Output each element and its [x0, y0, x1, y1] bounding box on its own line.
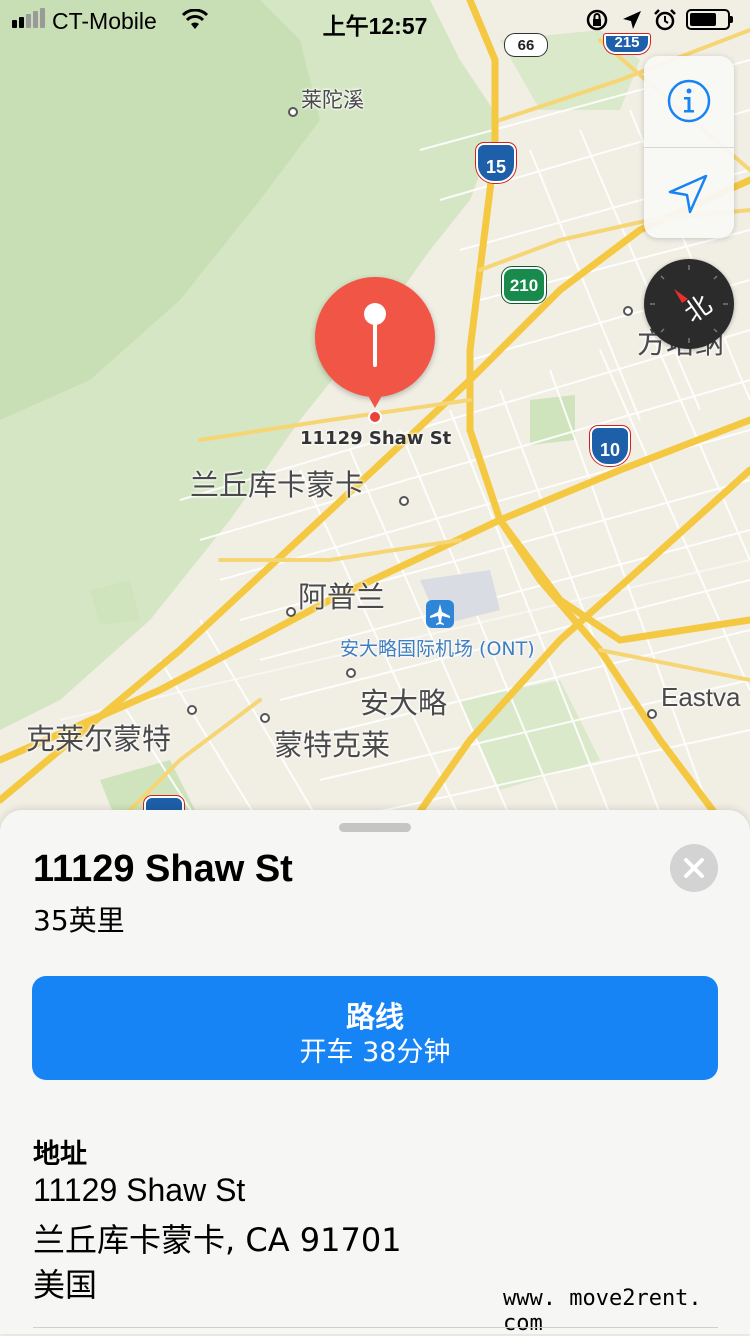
address-line-city[interactable]: 兰丘库卡蒙卡, CA 91701	[33, 1215, 402, 1261]
map-label-rancho-cucamonga[interactable]: 兰丘库卡蒙卡	[190, 462, 364, 504]
place-title: 11129 Shaw St	[33, 848, 293, 890]
place-distance: 35英里	[33, 904, 125, 937]
status-bar: CT-Mobile 上午12:57	[0, 0, 750, 40]
alarm-icon	[654, 9, 676, 31]
map-label-claremont[interactable]: 克莱尔蒙特	[26, 716, 171, 758]
map-label-airport[interactable]: 安大略国际机场 (ONT)	[340, 634, 535, 661]
city-dot	[286, 607, 296, 617]
address-heading: 地址	[33, 1139, 87, 1170]
sheet-grabber[interactable]	[339, 823, 411, 832]
city-dot	[399, 496, 409, 506]
address-line-street[interactable]: 11129 Shaw St	[33, 1172, 245, 1209]
location-arrow-icon	[623, 11, 641, 29]
watermark-text: www. move2rent. com	[503, 1286, 702, 1336]
city-dot	[346, 668, 356, 678]
dropped-pin[interactable]	[315, 277, 435, 397]
close-icon	[684, 858, 704, 878]
divider	[33, 1327, 718, 1328]
map-view[interactable]: 15 10 210 66 215 莱陀溪 兰丘库卡蒙卡 阿普兰 安大略国际机场 …	[0, 0, 750, 840]
map-label-ontario[interactable]: 安大略	[360, 680, 447, 722]
directions-button[interactable]: 路线 开车 38分钟	[32, 976, 718, 1080]
pin-tail	[366, 392, 384, 424]
airport-icon[interactable]	[426, 600, 454, 628]
city-dot	[623, 306, 633, 316]
info-button[interactable]	[644, 56, 734, 147]
locate-me-button[interactable]	[644, 148, 734, 238]
map-label-upland[interactable]: 阿普兰	[298, 574, 385, 616]
map-label-eastvale[interactable]: Eastva	[661, 682, 741, 713]
map-label-laituoxi[interactable]: 莱陀溪	[301, 84, 364, 114]
city-dot	[647, 709, 657, 719]
sr-210-shield: 210	[502, 267, 546, 303]
city-dot	[187, 705, 197, 715]
close-button[interactable]	[670, 844, 718, 892]
city-dot	[288, 107, 298, 117]
city-dot	[260, 713, 270, 723]
directions-eta: 开车 38分钟	[299, 1037, 451, 1068]
interstate-10-shield: 10	[590, 426, 630, 466]
interstate-15-shield: 15	[476, 143, 516, 183]
map-controls	[644, 56, 734, 238]
map-label-montclair[interactable]: 蒙特克莱	[274, 722, 390, 764]
pin-icon	[364, 303, 386, 367]
pin-label[interactable]: 11129 Shaw St	[300, 428, 451, 449]
compass-button[interactable]: 北	[644, 259, 734, 349]
info-icon	[667, 79, 711, 123]
location-arrow-icon	[668, 174, 708, 214]
address-line-country[interactable]: 美国	[33, 1260, 97, 1306]
place-card[interactable]: 11129 Shaw St 35英里 路线 开车 38分钟 地址 11129 S…	[0, 810, 750, 1336]
battery-icon	[686, 9, 733, 30]
orientation-lock-icon	[586, 9, 608, 31]
